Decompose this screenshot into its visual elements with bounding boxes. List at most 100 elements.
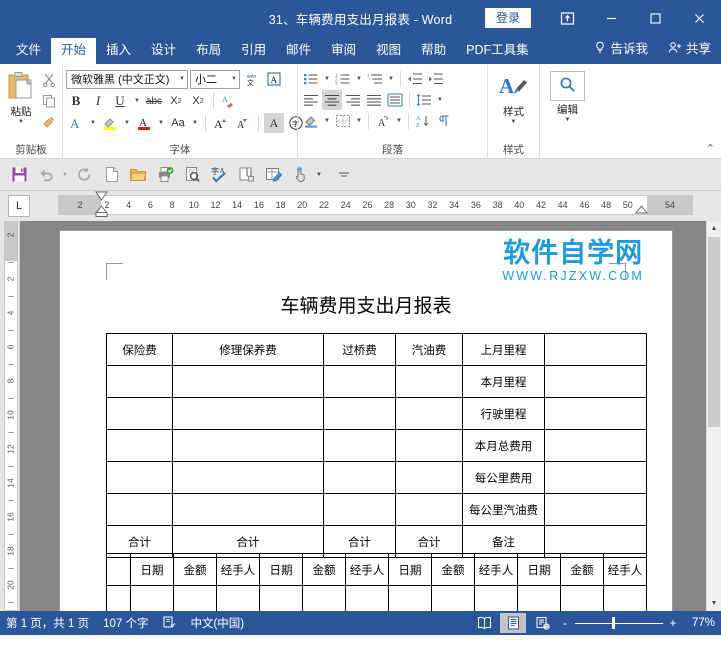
- zoom-slider-thumb[interactable]: [611, 617, 615, 629]
- cell-blank[interactable]: [323, 397, 396, 430]
- strikethrough-button[interactable]: abc: [144, 91, 164, 111]
- quick-print-icon[interactable]: [152, 162, 178, 188]
- document-canvas[interactable]: 软件自学网 WWW.RJZXW.COM 车辆费用支出月报表 保险费 修理保养费 …: [20, 221, 706, 611]
- cell-blank[interactable]: [172, 429, 324, 462]
- right-indent-marker[interactable]: [635, 205, 648, 214]
- cell-blank[interactable]: [130, 585, 174, 611]
- cell-blank[interactable]: [323, 429, 396, 462]
- borders-icon[interactable]: [333, 111, 353, 131]
- cell-blank[interactable]: [323, 461, 396, 494]
- bullet-dropdown-icon[interactable]: ▼: [322, 69, 332, 89]
- numbered-list-icon[interactable]: 123: [333, 69, 353, 89]
- cell-detail-amount[interactable]: 金额: [560, 553, 604, 586]
- tab-pdf-tools[interactable]: PDF工具集: [456, 38, 539, 64]
- cell-side-label[interactable]: 上月里程: [462, 333, 545, 366]
- change-case-button[interactable]: Aa: [168, 113, 188, 133]
- horizontal-ruler[interactable]: 2 54 2 4 6 8 10 12 14 16 18 20 22 24 26 28 30 32 34 36 38 4…: [58, 191, 693, 217]
- align-center-icon[interactable]: [322, 90, 342, 110]
- undo-icon[interactable]: [33, 162, 59, 188]
- cell-detail-handler[interactable]: 经手人: [345, 553, 389, 586]
- zoom-in-button[interactable]: +: [666, 616, 680, 630]
- tab-file[interactable]: 文件: [6, 38, 51, 64]
- share-button[interactable]: 共享: [658, 36, 721, 64]
- font-size-combo[interactable]: 小二 ▼: [190, 69, 240, 89]
- collapse-ribbon-icon[interactable]: ⌃: [706, 142, 715, 155]
- font-color-button[interactable]: A: [134, 113, 154, 133]
- grow-font-button[interactable]: A: [211, 113, 231, 133]
- cell-blank[interactable]: [395, 429, 463, 462]
- tab-layout[interactable]: 布局: [186, 38, 231, 64]
- sign-in-button[interactable]: 登录: [484, 8, 531, 28]
- character-shading-button[interactable]: A: [264, 113, 284, 133]
- paste-dropdown-icon[interactable]: ▼: [18, 119, 24, 125]
- tab-view[interactable]: 视图: [366, 38, 411, 64]
- cell-detail-handler[interactable]: 经手人: [603, 553, 647, 586]
- chevron-down-icon[interactable]: ▼: [228, 76, 237, 82]
- cell-blank[interactable]: [173, 585, 217, 611]
- tab-stop-selector[interactable]: L: [8, 195, 30, 217]
- asian-layout-dropdown-icon[interactable]: ▼: [394, 111, 404, 131]
- cell-blank[interactable]: [106, 365, 173, 398]
- cell-detail-date[interactable]: 日期: [517, 553, 561, 586]
- chevron-down-icon[interactable]: ▼: [176, 76, 185, 82]
- font-color-dropdown-icon[interactable]: ▼: [156, 113, 166, 133]
- font-name-combo[interactable]: 微软雅黑 (中文正文) ▼: [66, 69, 188, 89]
- zoom-slider[interactable]: [575, 613, 663, 633]
- copy-icon[interactable]: [39, 91, 59, 111]
- touch-mode-dropdown-icon[interactable]: ▼: [314, 162, 324, 188]
- format-painter-icon[interactable]: [39, 112, 59, 132]
- cell-blank[interactable]: [259, 585, 303, 611]
- draw-table-icon[interactable]: [260, 162, 286, 188]
- vertical-ruler[interactable]: 2 2 4 6 8 10 12 14 16 18 20: [0, 221, 20, 611]
- vertical-scrollbar[interactable]: ▲ ▼: [706, 221, 721, 611]
- ribbon-display-options-icon[interactable]: [545, 0, 589, 36]
- numbered-dropdown-icon[interactable]: ▼: [354, 69, 364, 89]
- cell-blank[interactable]: [172, 397, 324, 430]
- cell-blank[interactable]: [395, 365, 463, 398]
- asian-layout-icon[interactable]: A: [373, 111, 393, 131]
- cell-side-value[interactable]: [544, 365, 647, 398]
- tab-design[interactable]: 设计: [141, 38, 186, 64]
- bold-button[interactable]: B: [66, 91, 86, 111]
- tab-review[interactable]: 审阅: [321, 38, 366, 64]
- cell-side-label[interactable]: 行驶里程: [462, 397, 545, 430]
- align-right-icon[interactable]: [343, 90, 363, 110]
- close-icon[interactable]: [677, 0, 721, 36]
- undo-dropdown-icon[interactable]: ▼: [60, 162, 70, 188]
- cell-blank[interactable]: [302, 585, 346, 611]
- expense-report-table[interactable]: 保险费 修理保养费 过桥费 汽油费 上月里程 本月里程 行驶里程 本月总费用 每…: [106, 333, 647, 558]
- open-folder-icon[interactable]: [125, 162, 151, 188]
- decrease-indent-icon[interactable]: [405, 69, 425, 89]
- cell-blank[interactable]: [395, 461, 463, 494]
- cell-blank[interactable]: [431, 585, 475, 611]
- line-spacing-dropdown-icon[interactable]: ▼: [435, 90, 445, 110]
- cell-blank[interactable]: [474, 585, 518, 611]
- redo-icon[interactable]: [71, 162, 97, 188]
- expense-detail-table[interactable]: 日期 金额 经手人 日期 金额 经手人 日期 金额 经手人 日期 金额 经手人: [106, 553, 647, 611]
- first-line-indent-marker[interactable]: [95, 191, 108, 202]
- tab-insert[interactable]: 插入: [96, 38, 141, 64]
- shading-dropdown-icon[interactable]: ▼: [322, 111, 332, 131]
- character-border-icon[interactable]: A: [264, 69, 284, 89]
- distribute-icon[interactable]: [385, 90, 405, 110]
- cell-side-value[interactable]: [544, 333, 647, 366]
- bullet-list-icon[interactable]: [301, 69, 321, 89]
- cell-blank[interactable]: [216, 585, 260, 611]
- cell-side-value[interactable]: [544, 429, 647, 462]
- cell-detail-date[interactable]: 日期: [388, 553, 432, 586]
- proofing-errors-icon[interactable]: [162, 615, 176, 632]
- change-case-dropdown-icon[interactable]: ▼: [190, 113, 200, 133]
- web-layout-icon[interactable]: [529, 613, 555, 633]
- cell-detail-date[interactable]: 日期: [130, 553, 174, 586]
- borders-dropdown-icon[interactable]: ▼: [354, 111, 364, 131]
- cell-detail-handler[interactable]: 经手人: [474, 553, 518, 586]
- scroll-up-icon[interactable]: ▲: [707, 221, 721, 236]
- print-layout-icon[interactable]: [500, 613, 526, 633]
- cell-blank[interactable]: [106, 585, 131, 611]
- cell-detail-amount[interactable]: 金额: [302, 553, 346, 586]
- print-preview-icon[interactable]: [179, 162, 205, 188]
- tab-references[interactable]: 引用: [231, 38, 276, 64]
- language-indicator[interactable]: 中文(中国): [190, 615, 244, 631]
- cell-blank[interactable]: [517, 585, 561, 611]
- new-document-icon[interactable]: [98, 162, 124, 188]
